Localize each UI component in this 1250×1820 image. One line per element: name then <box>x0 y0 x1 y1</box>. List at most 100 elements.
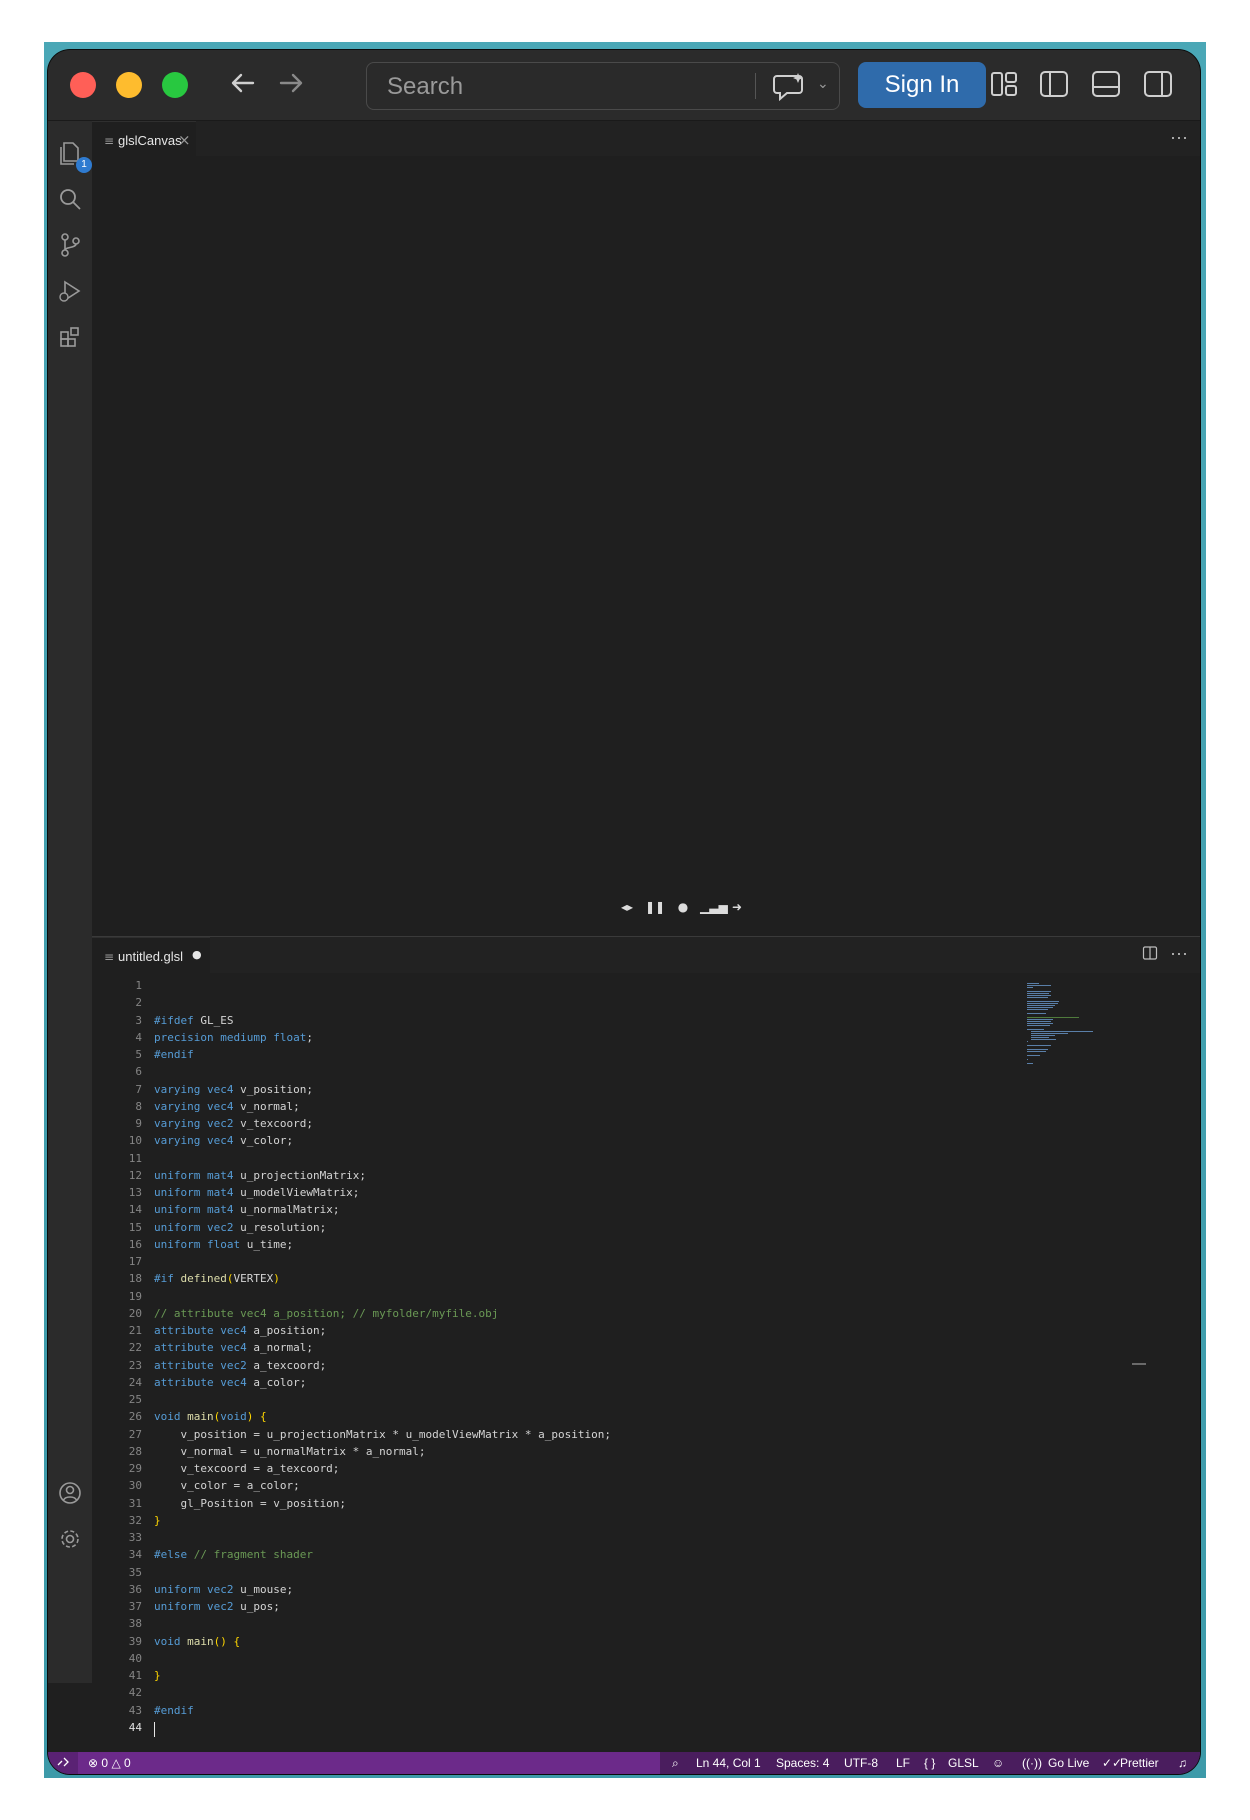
explorer-button[interactable]: 1 <box>56 139 92 173</box>
code-line[interactable]: void main(void) { <box>154 1410 267 1423</box>
code-line[interactable]: attribute vec2 a_texcoord; <box>154 1359 326 1372</box>
minimap-line <box>1031 1031 1093 1032</box>
go-live-button[interactable]: Go Live <box>1048 1756 1089 1770</box>
code-editor[interactable]: 1 2 3 4 5 6 7 8 9 10 11 12 13 14 15 16 17 18 19 20 21 22 23 24 2… <box>92 975 1200 1737</box>
code-line[interactable]: uniform vec2 u_resolution; <box>154 1221 326 1234</box>
bell-icon[interactable]: ♫ <box>1178 1756 1187 1770</box>
encoding[interactable]: UTF-8 <box>844 1756 878 1770</box>
minimap-line <box>1027 1063 1033 1064</box>
chevron-down-icon[interactable]: ⌄ <box>817 75 829 92</box>
minimap[interactable] <box>1027 979 1097 1064</box>
minimap-line <box>1027 993 1049 994</box>
code-line[interactable]: attribute vec4 a_color; <box>154 1376 306 1389</box>
remote-indicator[interactable] <box>48 1752 78 1774</box>
code-line[interactable]: uniform mat4 u_projectionMatrix; <box>154 1169 366 1182</box>
unsaved-dot-icon[interactable]: ● <box>192 948 202 961</box>
indentation[interactable]: Spaces: 4 <box>776 1756 829 1770</box>
minimize-window-button[interactable] <box>116 72 142 98</box>
code-line[interactable]: varying vec4 v_position; <box>154 1083 313 1096</box>
code-line[interactable]: varying vec2 v_texcoord; <box>154 1117 313 1130</box>
minimap-line <box>1027 995 1051 996</box>
language-mode[interactable]: GLSL <box>948 1756 979 1770</box>
more-actions-icon[interactable]: ··· <box>1170 127 1188 148</box>
source-control-button[interactable] <box>56 231 84 259</box>
code-line[interactable]: uniform mat4 u_normalMatrix; <box>154 1203 339 1216</box>
line-number: 30 <box>128 1479 142 1493</box>
back-button[interactable] <box>226 68 260 102</box>
code-line[interactable]: uniform vec2 u_pos; <box>154 1600 280 1613</box>
line-number: 5 <box>135 1048 142 1061</box>
close-window-button[interactable] <box>70 72 96 98</box>
code-line[interactable]: v_normal = u_normalMatrix * a_normal; <box>154 1445 425 1458</box>
glsl-canvas-preview[interactable]: ◂▸ ❚❚ ● ▁▃▅ ➜ <box>92 156 1200 936</box>
minimap-line <box>1027 985 1051 986</box>
zoom-window-button[interactable] <box>162 72 188 98</box>
code-line[interactable]: uniform float u_time; <box>154 1238 293 1251</box>
customize-layout-icon[interactable] <box>986 66 1022 102</box>
cursor-position[interactable]: Ln 44, Col 1 <box>696 1756 761 1770</box>
minimap-line <box>1027 1009 1048 1010</box>
copilot-chat-icon[interactable] <box>771 71 811 101</box>
line-number: 35 <box>128 1565 142 1579</box>
code-line[interactable]: #ifdef GL_ES <box>154 1014 234 1027</box>
code-line[interactable]: varying vec4 v_normal; <box>154 1100 300 1113</box>
code-line[interactable]: #if defined(VERTEX) <box>154 1272 280 1285</box>
rewind-icon[interactable]: ◂▸ <box>616 896 638 918</box>
toggle-panel-icon[interactable] <box>1088 66 1124 102</box>
line-number: 4 <box>135 1030 142 1044</box>
code-line[interactable]: precision mediump float; <box>154 1031 313 1044</box>
line-number: 37 <box>128 1600 142 1613</box>
code-line[interactable]: v_texcoord = a_texcoord; <box>154 1462 339 1475</box>
prettier-status[interactable]: Prettier <box>1120 1756 1159 1770</box>
code-line[interactable]: } <box>154 1514 161 1527</box>
minimap-line <box>1027 1013 1046 1014</box>
line-number: 9 <box>135 1117 142 1130</box>
minimap-line <box>1031 1039 1056 1040</box>
line-number: 43 <box>128 1703 142 1717</box>
code-line[interactable]: void main() { <box>154 1635 240 1648</box>
minimap-line <box>1027 1025 1050 1026</box>
toggle-secondary-sidebar-icon[interactable] <box>1140 66 1176 102</box>
tab-glslcanvas[interactable]: ≡ glslCanvas × <box>92 121 196 158</box>
code-line[interactable]: #endif <box>154 1048 194 1061</box>
code-line[interactable]: v_position = u_projectionMatrix * u_mode… <box>154 1428 610 1441</box>
run-debug-button[interactable] <box>56 277 84 305</box>
toggle-primary-sidebar-icon[interactable] <box>1036 66 1072 102</box>
accounts-button[interactable] <box>56 1479 84 1507</box>
sign-in-button[interactable]: Sign In <box>858 62 986 108</box>
code-line[interactable]: v_color = a_color; <box>154 1479 299 1492</box>
pause-icon[interactable]: ❚❚ <box>644 896 666 918</box>
code-line[interactable]: gl_Position = v_position; <box>154 1497 346 1510</box>
search-view-button[interactable] <box>56 185 84 213</box>
export-icon[interactable]: ➜ <box>726 896 748 918</box>
code-line[interactable]: attribute vec4 a_normal; <box>154 1341 313 1354</box>
line-number: 41 <box>128 1669 142 1682</box>
zoom-icon[interactable]: ⌕ <box>672 1756 679 1771</box>
code-line[interactable]: #endif <box>154 1704 194 1717</box>
close-icon[interactable]: × <box>178 131 191 149</box>
line-number: 33 <box>128 1531 142 1544</box>
end-of-line[interactable]: LF <box>896 1756 910 1770</box>
code-line[interactable]: attribute vec4 a_position; <box>154 1324 326 1337</box>
extensions-button[interactable] <box>56 323 84 351</box>
line-number: 26 <box>128 1410 142 1424</box>
copilot-status-icon[interactable]: ☺ <box>992 1756 1004 1770</box>
code-line[interactable]: #else // fragment shader <box>154 1548 313 1561</box>
stats-icon[interactable]: ▁▃▅ <box>700 896 728 918</box>
command-center-search[interactable]: Search ⌄ <box>366 62 840 110</box>
error-icon: ⊗ <box>88 1756 99 1770</box>
code-line[interactable]: } <box>154 1669 161 1682</box>
code-line[interactable]: uniform vec2 u_mouse; <box>154 1583 293 1596</box>
forward-button[interactable] <box>274 68 308 102</box>
tab-untitled-glsl[interactable]: ≡ untitled.glsl ● <box>92 937 210 974</box>
record-icon[interactable]: ● <box>672 896 694 918</box>
editor-scrollbar[interactable] <box>1136 975 1148 1683</box>
more-actions-icon[interactable]: ··· <box>1170 943 1188 964</box>
code-line[interactable]: varying vec4 v_color; <box>154 1134 293 1147</box>
line-number: 36 <box>128 1582 142 1596</box>
problems-indicator[interactable]: ⊗ 0 △ 0 <box>88 1756 131 1770</box>
split-editor-icon[interactable] <box>1142 945 1158 961</box>
code-line[interactable]: // attribute vec4 a_position; // myfolde… <box>154 1307 498 1320</box>
manage-button[interactable] <box>56 1525 84 1553</box>
code-line[interactable]: uniform mat4 u_modelViewMatrix; <box>154 1186 359 1199</box>
